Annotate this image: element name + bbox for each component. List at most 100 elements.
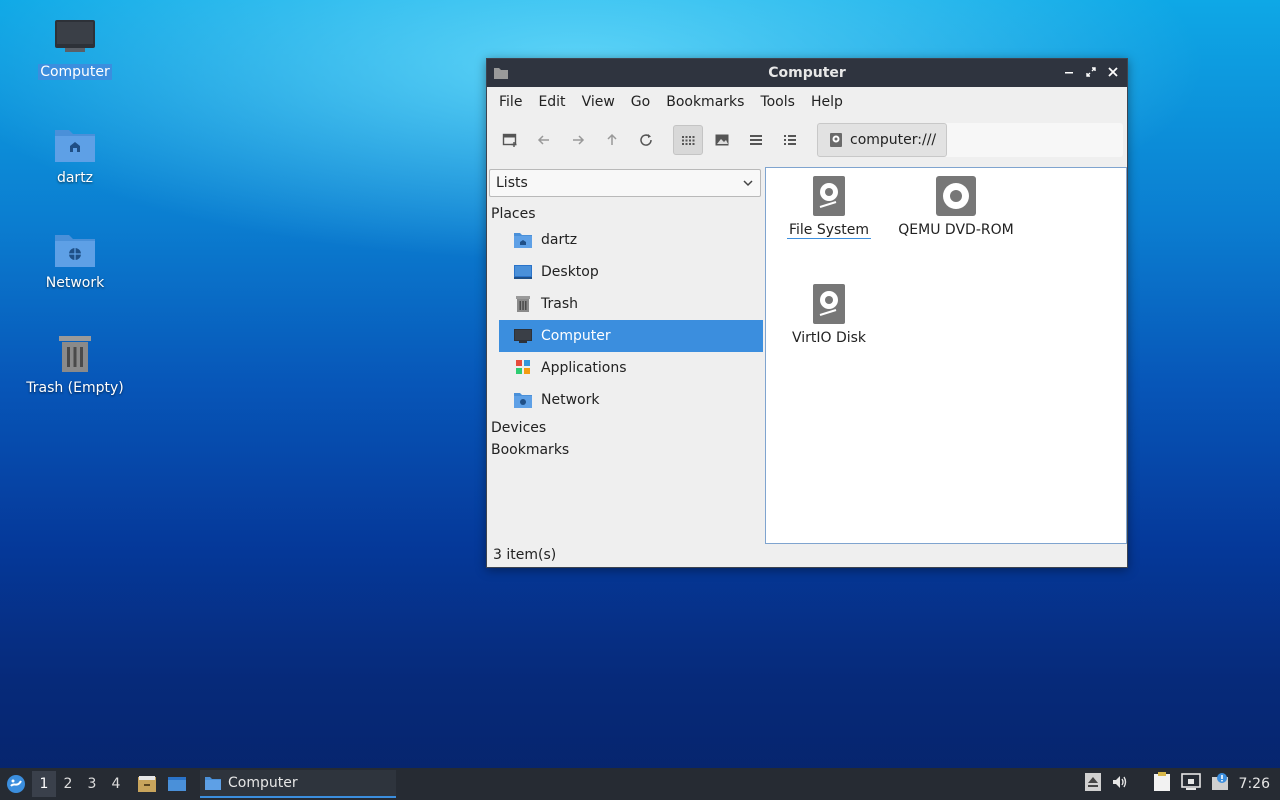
menu-bookmarks[interactable]: Bookmarks: [658, 94, 752, 110]
computer-icon: [55, 20, 95, 52]
list-icon: [750, 135, 762, 145]
desktop-icon-label: Trash (Empty): [26, 380, 124, 396]
file-manager-icon: [138, 776, 156, 792]
arrow-up-icon: [607, 133, 617, 145]
bookmarks-header[interactable]: Bookmarks: [489, 438, 763, 460]
network-wired-icon: [1180, 773, 1201, 790]
toolbar: computer:///: [487, 117, 1127, 163]
notification-icon: [1211, 773, 1228, 790]
eject-button[interactable]: [1084, 773, 1101, 795]
workspace-2[interactable]: 2: [56, 771, 80, 797]
side-pane: Lists Places dartz Desktop Trash Compute…: [489, 169, 763, 543]
close-button[interactable]: [1105, 64, 1121, 80]
thumbnail-view-button[interactable]: [707, 125, 737, 155]
place-label: Network: [541, 392, 600, 408]
new-tab-icon: [502, 133, 517, 147]
desktop-icon: [514, 265, 532, 279]
eject-icon: [1084, 773, 1101, 791]
volume-button[interactable]: [1111, 773, 1129, 795]
reload-icon: [640, 134, 652, 146]
side-pane-mode-value: Lists: [496, 175, 528, 191]
place-label: Trash: [541, 296, 578, 312]
window-titlebar[interactable]: Computer: [487, 59, 1127, 87]
item-dvd-rom[interactable]: QEMU DVD-ROM: [891, 176, 1021, 238]
folder-icon: [205, 777, 221, 790]
desktop-icon-trash[interactable]: Trash (Empty): [20, 332, 130, 396]
place-desktop[interactable]: Desktop: [499, 256, 763, 288]
folder-icon: [494, 68, 508, 79]
forward-button[interactable]: [563, 125, 593, 155]
menu-go[interactable]: Go: [623, 94, 658, 110]
place-label: Desktop: [541, 264, 599, 280]
place-trash[interactable]: Trash: [499, 288, 763, 320]
clipboard-button[interactable]: [1153, 772, 1171, 796]
task-computer-window[interactable]: Computer: [200, 770, 396, 798]
place-label: Computer: [541, 328, 611, 344]
menu-file[interactable]: File: [491, 94, 530, 110]
place-network[interactable]: Network: [499, 384, 763, 416]
compact-view-button[interactable]: [741, 125, 771, 155]
computer-icon: [514, 329, 532, 343]
taskbar: 1 2 3 4 Computer 7:26: [0, 768, 1280, 800]
desktop-icon-network[interactable]: Network: [20, 227, 130, 291]
back-button[interactable]: [529, 125, 559, 155]
network-folder-icon: [55, 235, 95, 267]
trash-icon: [516, 296, 530, 312]
notification-button[interactable]: [1211, 773, 1229, 795]
menu-help[interactable]: Help: [803, 94, 851, 110]
place-label: dartz: [541, 232, 578, 248]
icon-view-button[interactable]: [673, 125, 703, 155]
close-icon: [1108, 67, 1118, 77]
devices-header[interactable]: Devices: [489, 416, 763, 438]
item-file-system[interactable]: File System: [764, 176, 894, 239]
clock[interactable]: 7:26: [1239, 776, 1270, 792]
place-computer[interactable]: Computer: [499, 320, 763, 352]
show-desktop-icon: [168, 777, 186, 791]
path-bar[interactable]: computer:///: [817, 123, 1123, 157]
window-title: Computer: [768, 65, 846, 81]
show-desktop-button[interactable]: [162, 775, 192, 793]
desktop-icon-label: dartz: [56, 170, 94, 186]
trash-icon: [59, 336, 91, 372]
volume-icon: [1112, 776, 1126, 788]
menubar: File Edit View Go Bookmarks Tools Help: [487, 87, 1127, 117]
place-applications[interactable]: Applications: [499, 352, 763, 384]
home-folder-icon: [55, 130, 95, 162]
reload-button[interactable]: [631, 125, 661, 155]
item-label: File System: [786, 222, 872, 239]
desktop-icon-label: Network: [45, 275, 105, 291]
workspace-1[interactable]: 1: [32, 771, 56, 797]
minimize-button[interactable]: [1061, 64, 1077, 80]
start-menu-button[interactable]: [0, 768, 32, 800]
menu-tools[interactable]: Tools: [752, 94, 803, 110]
status-bar: 3 item(s): [487, 543, 1127, 567]
side-pane-mode-select[interactable]: Lists: [489, 169, 761, 197]
home-folder-icon: [514, 233, 532, 248]
clipboard-icon: [1153, 772, 1170, 791]
up-button[interactable]: [597, 125, 627, 155]
workspace-3[interactable]: 3: [80, 771, 104, 797]
item-virtio-disk[interactable]: VirtIO Disk: [764, 284, 894, 346]
maximize-button[interactable]: [1083, 64, 1099, 80]
desktop-icon-home[interactable]: dartz: [20, 122, 130, 186]
desktop-icon-computer[interactable]: Computer: [20, 16, 130, 80]
places-header[interactable]: Places: [489, 197, 763, 224]
new-tab-button[interactable]: [495, 125, 525, 155]
status-text: 3 item(s): [493, 547, 557, 563]
workspace-4[interactable]: 4: [104, 771, 128, 797]
path-text: computer:///: [850, 132, 937, 148]
place-home[interactable]: dartz: [499, 224, 763, 256]
launcher-file-manager[interactable]: [132, 775, 162, 793]
menu-view[interactable]: View: [574, 94, 623, 110]
folder-view[interactable]: File System QEMU DVD-ROM VirtIO Disk: [765, 167, 1127, 544]
menu-edit[interactable]: Edit: [530, 94, 573, 110]
item-label: VirtIO Disk: [791, 330, 867, 346]
start-menu-icon: [7, 775, 25, 793]
minimize-icon: [1065, 72, 1073, 74]
path-button-computer[interactable]: computer:///: [817, 123, 948, 157]
drive-icon: [830, 133, 842, 147]
network-status-button[interactable]: [1180, 773, 1201, 795]
system-tray: 7:26: [1084, 768, 1280, 800]
file-manager-window: Computer File Edit View Go Bookmarks Too…: [486, 58, 1128, 568]
detailed-view-button[interactable]: [775, 125, 805, 155]
